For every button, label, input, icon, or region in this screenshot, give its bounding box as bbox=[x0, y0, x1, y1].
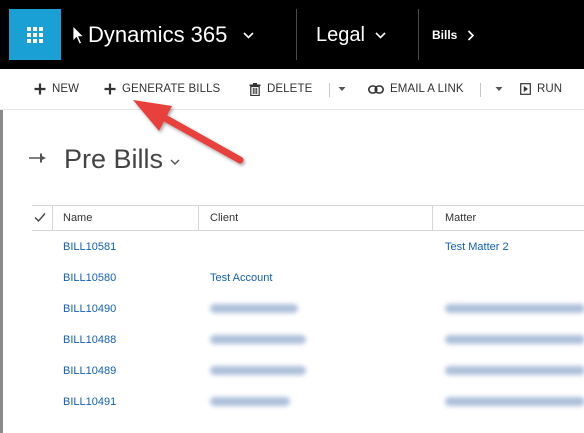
run-report-icon bbox=[520, 83, 531, 95]
trash-icon bbox=[249, 82, 261, 96]
redacted-client bbox=[210, 293, 298, 324]
redacted-client bbox=[210, 355, 306, 386]
email-a-link-button[interactable]: EMAIL A LINK bbox=[368, 69, 464, 109]
column-divider bbox=[198, 206, 199, 230]
new-button[interactable]: NEW bbox=[34, 69, 79, 109]
area-name: Legal bbox=[316, 23, 365, 46]
row-matter-link[interactable]: Test Matter 2 bbox=[445, 231, 509, 262]
column-header-matter[interactable]: Matter bbox=[445, 206, 476, 230]
column-header-name[interactable]: Name bbox=[63, 206, 92, 230]
table-row[interactable]: BILL10489 bbox=[32, 355, 584, 386]
plus-icon bbox=[34, 83, 46, 95]
area-switcher[interactable]: Legal bbox=[316, 20, 386, 50]
nav-divider bbox=[296, 9, 297, 60]
select-all-checkmark-icon[interactable] bbox=[34, 212, 46, 223]
row-name-link[interactable]: BILL10490 bbox=[63, 293, 116, 324]
redacted-client bbox=[210, 386, 290, 417]
email-dropdown-icon[interactable] bbox=[495, 84, 503, 94]
row-name-link[interactable]: BILL10489 bbox=[63, 355, 116, 386]
breadcrumb-label: Bills bbox=[432, 28, 458, 42]
app-name: Dynamics 365 bbox=[88, 22, 228, 47]
column-divider bbox=[432, 206, 433, 230]
breadcrumb[interactable]: Bills bbox=[432, 20, 475, 50]
row-name-link[interactable]: BILL10581 bbox=[63, 231, 116, 262]
table-row[interactable]: BILL10580 Test Account bbox=[32, 262, 584, 293]
redacted-matter bbox=[445, 293, 584, 324]
command-divider bbox=[329, 83, 330, 97]
generate-bills-label: GENERATE BILLS bbox=[122, 83, 221, 95]
page-title: Pre Bills bbox=[64, 144, 164, 174]
command-bar: NEW GENERATE BILLS DELETE EMAIL A LINK R… bbox=[0, 69, 584, 110]
delete-button-label: DELETE bbox=[267, 83, 313, 95]
records-grid: Name Client Matter BILL10581 Test Matter… bbox=[32, 205, 584, 417]
link-icon bbox=[368, 84, 384, 94]
new-button-label: NEW bbox=[52, 83, 80, 95]
chevron-right-icon bbox=[468, 29, 475, 41]
view-selector-chevron-icon[interactable] bbox=[170, 159, 180, 166]
redacted-client bbox=[210, 324, 306, 355]
redacted-matter bbox=[445, 324, 584, 355]
run-button-label: RUN bbox=[537, 83, 563, 95]
row-client-link[interactable]: Test Account bbox=[210, 262, 272, 293]
delete-button[interactable]: DELETE bbox=[249, 69, 312, 109]
waffle-icon bbox=[27, 26, 43, 43]
grid-header: Name Client Matter bbox=[32, 205, 584, 231]
email-a-link-label: EMAIL A LINK bbox=[390, 83, 464, 95]
top-navigation-bar: Dynamics 365 Legal Bills bbox=[0, 0, 584, 69]
redacted-matter bbox=[445, 386, 584, 417]
table-row[interactable]: BILL10490 bbox=[32, 293, 584, 324]
row-name-link[interactable]: BILL10491 bbox=[63, 386, 116, 417]
table-row[interactable]: BILL10581 Test Matter 2 bbox=[32, 231, 584, 262]
column-header-client[interactable]: Client bbox=[210, 206, 238, 230]
more-commands-dropdown-icon[interactable] bbox=[338, 84, 346, 94]
pin-icon[interactable] bbox=[28, 152, 48, 164]
redacted-matter bbox=[445, 355, 584, 386]
row-name-link[interactable]: BILL10580 bbox=[63, 262, 116, 293]
generate-bills-button[interactable]: GENERATE BILLS bbox=[104, 69, 220, 109]
row-name-link[interactable]: BILL10488 bbox=[63, 324, 116, 355]
app-launcher-button[interactable] bbox=[9, 9, 61, 60]
mouse-cursor-icon bbox=[72, 25, 85, 45]
chevron-down-icon bbox=[243, 31, 254, 39]
plus-icon bbox=[104, 83, 116, 95]
table-row[interactable]: BILL10491 bbox=[32, 386, 584, 417]
table-row[interactable]: BILL10488 bbox=[32, 324, 584, 355]
app-switcher[interactable]: Dynamics 365 bbox=[72, 20, 254, 50]
nav-divider bbox=[418, 9, 419, 60]
command-divider bbox=[480, 83, 481, 97]
column-divider bbox=[52, 206, 53, 230]
run-report-button[interactable]: RUN bbox=[520, 69, 562, 109]
chevron-down-icon bbox=[375, 31, 386, 39]
